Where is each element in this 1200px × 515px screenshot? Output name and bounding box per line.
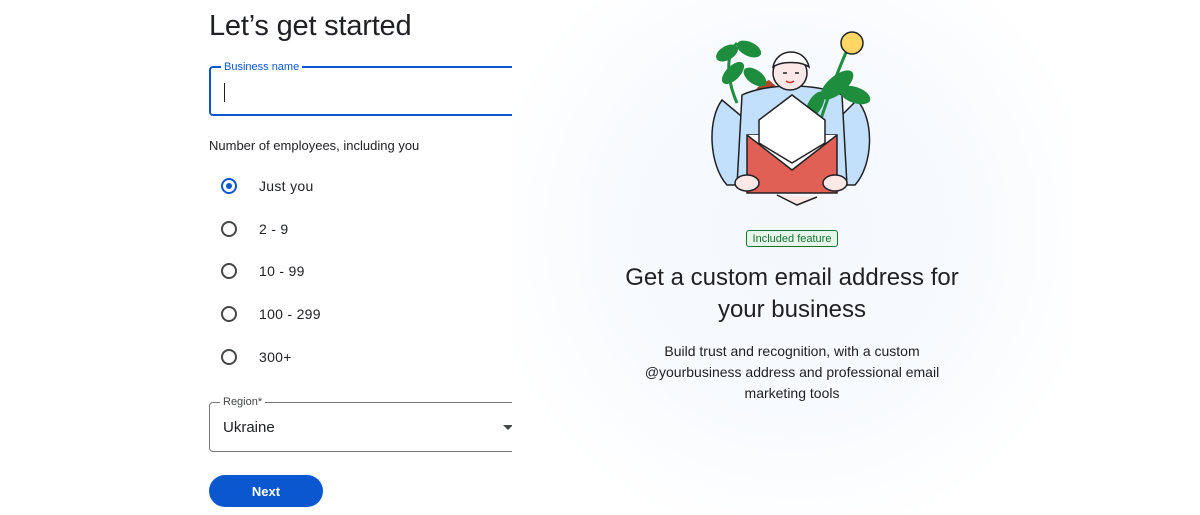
radio-label: 300+ (259, 349, 292, 365)
employees-question-label: Number of employees, including you (209, 138, 420, 153)
radio-label: 2 - 9 (259, 221, 289, 237)
signup-form: Let’s get started Business name Number o… (209, 0, 531, 515)
promo-title: Get a custom email address for your busi… (625, 264, 959, 323)
radio-button[interactable] (221, 306, 237, 322)
text-cursor (224, 83, 225, 102)
radio-option-2-9[interactable]: 2 - 9 (221, 211, 521, 251)
radio-option-10-99[interactable]: 10 - 99 (221, 253, 521, 293)
region-select[interactable]: Region* Ukraine (209, 395, 530, 452)
region-label: Region* (220, 395, 266, 409)
promo-description: Build trust and recognition, with a cust… (644, 343, 940, 401)
business-name-input[interactable] (211, 68, 528, 114)
radio-option-300-plus[interactable]: 300+ (221, 339, 521, 379)
radio-option-100-299[interactable]: 100 - 299 (221, 296, 521, 336)
radio-label: Just you (259, 178, 314, 194)
radio-button-selected[interactable] (221, 178, 237, 194)
promo-panel: Included feature Get a custom email addr… (512, 0, 1072, 515)
page-title: Let’s get started (209, 10, 412, 42)
envelope-plants-illustration-icon (711, 31, 871, 206)
radio-label: 100 - 299 (259, 306, 321, 322)
radio-button[interactable] (221, 263, 237, 279)
region-selected-value: Ukraine (223, 419, 275, 436)
next-button[interactable]: Next (209, 475, 323, 507)
included-feature-badge: Included feature (746, 230, 838, 247)
radio-option-just-you[interactable]: Just you (221, 168, 521, 208)
radio-label: 10 - 99 (259, 263, 305, 279)
radio-button[interactable] (221, 349, 237, 365)
business-name-field[interactable]: Business name (209, 60, 530, 116)
radio-button[interactable] (221, 221, 237, 237)
